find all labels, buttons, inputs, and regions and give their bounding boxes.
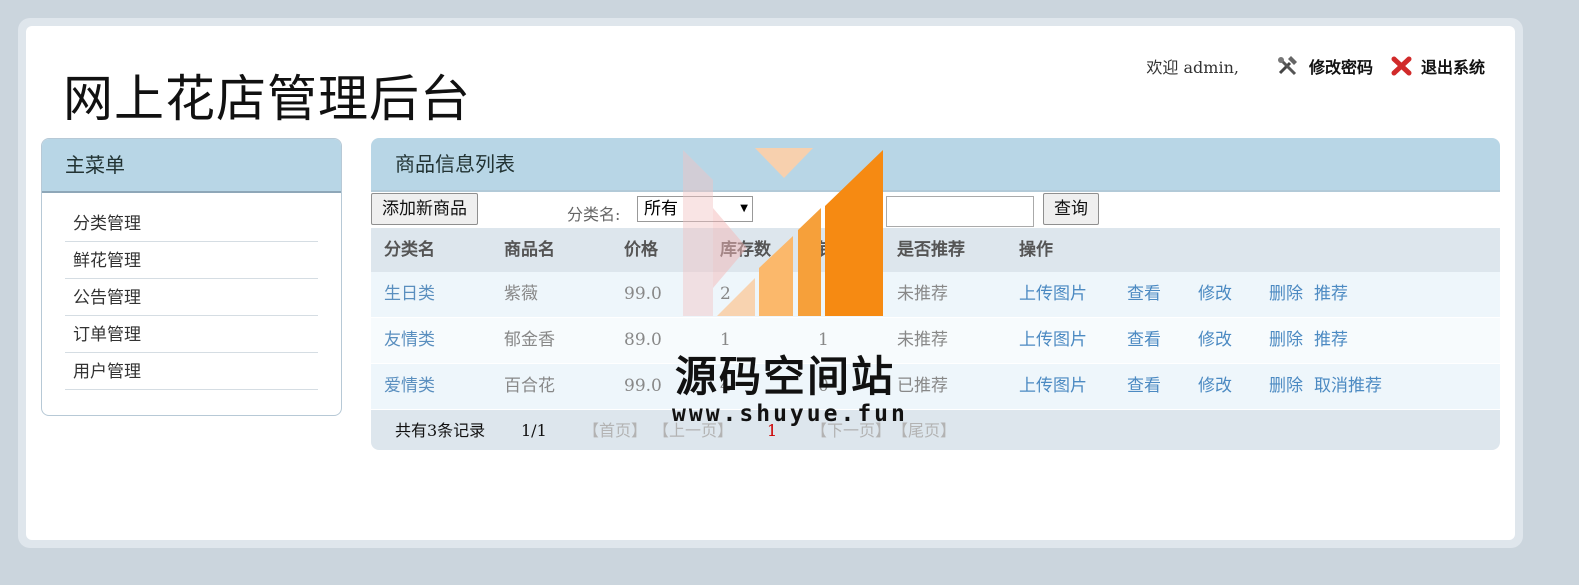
recommend-toggle-link[interactable]: 推荐 — [1314, 318, 1348, 362]
tools-icon — [1277, 56, 1297, 76]
cell-recommend: 未推荐 — [897, 284, 948, 304]
sidebar-item-flowers[interactable]: 鲜花管理 — [65, 242, 318, 279]
top-user-bar: 欢迎 admin, 修改密码 退出系统 — [1146, 54, 1485, 78]
column-header: 是否推荐 — [897, 240, 965, 260]
cell-name: 紫薇 — [504, 284, 538, 304]
category-filter-label: 分类名: — [567, 205, 621, 224]
cell-price: 99.0 — [624, 376, 662, 396]
product-search-input[interactable] — [886, 196, 1034, 227]
filter-toolbar: 添加新商品 分类名: 所有 ▼ 商品 查询 — [371, 192, 1500, 228]
edit-link[interactable]: 修改 — [1198, 318, 1232, 362]
cell-name: 郁金香 — [504, 330, 555, 350]
sidebar: 主菜单 分类管理 鲜花管理 公告管理 订单管理 用户管理 — [41, 138, 342, 416]
column-header: 库存数 — [720, 240, 771, 260]
upload-image-link[interactable]: 上传图片 — [1019, 364, 1087, 408]
sidebar-item-category[interactable]: 分类管理 — [65, 205, 318, 242]
column-header: 操作 — [1019, 240, 1053, 260]
category-select[interactable]: 所有 ▼ — [637, 196, 753, 222]
cell-category: 友情类 — [384, 330, 435, 350]
chevron-down-icon: ▼ — [740, 203, 748, 214]
cell-category: 爱情类 — [384, 376, 435, 396]
cell-category: 生日类 — [384, 284, 435, 304]
page-indicator: 1/1 — [521, 421, 547, 440]
pagination-bar: 共有3条记录 1/1 【首页】 【上一页】 1 【下一页】 【尾页】 — [371, 410, 1500, 450]
outer-frame: 网上花店管理后台 欢迎 admin, 修改密码 退出系统 主菜单 分类管理 鲜花… — [18, 18, 1523, 548]
category-select-value: 所有 — [644, 199, 678, 219]
edit-link[interactable]: 修改 — [1198, 272, 1232, 316]
product-filter-label: 商品 — [824, 205, 857, 224]
admin-panel: 网上花店管理后台 欢迎 admin, 修改密码 退出系统 主菜单 分类管理 鲜花… — [26, 26, 1515, 540]
sidebar-title: 主菜单 — [42, 139, 341, 193]
sidebar-item-announcements[interactable]: 公告管理 — [65, 279, 318, 316]
product-list-title: 商品信息列表 — [371, 138, 1500, 192]
table-row: 爱情类 百合花 99.0 4 0 已推荐 上传图片 查看 修改 删除 取消推荐 — [371, 364, 1500, 410]
product-list-panel: 商品信息列表 添加新商品 分类名: 所有 ▼ 商品 查询 分类名 商品名 价格 … — [371, 138, 1500, 450]
sidebar-menu: 分类管理 鲜花管理 公告管理 订单管理 用户管理 — [42, 205, 341, 390]
delete-link[interactable]: 删除 — [1269, 272, 1303, 316]
first-page-link[interactable]: 【首页】 — [583, 410, 647, 450]
recommend-toggle-link[interactable]: 推荐 — [1314, 272, 1348, 316]
view-link[interactable]: 查看 — [1127, 364, 1161, 408]
recommend-toggle-link[interactable]: 取消推荐 — [1314, 364, 1382, 408]
logout-link[interactable]: 退出系统 — [1391, 54, 1485, 78]
table-row: 生日类 紫薇 99.0 2 未推荐 上传图片 查看 修改 删除 推荐 — [371, 272, 1500, 318]
column-header: 分类名 — [384, 240, 435, 260]
upload-image-link[interactable]: 上传图片 — [1019, 318, 1087, 362]
cell-stock: 2 — [720, 284, 731, 304]
cell-price: 89.0 — [624, 330, 662, 350]
view-link[interactable]: 查看 — [1127, 272, 1161, 316]
add-product-button[interactable]: 添加新商品 — [371, 193, 478, 225]
search-button[interactable]: 查询 — [1043, 193, 1099, 225]
view-link[interactable]: 查看 — [1127, 318, 1161, 362]
watermark-name: 源码空间站 — [675, 352, 896, 401]
close-icon — [1391, 56, 1412, 76]
logout-label: 退出系统 — [1420, 58, 1485, 77]
cell-recommend: 未推荐 — [897, 330, 948, 350]
cell-price: 99.0 — [624, 284, 662, 304]
change-password-label: 修改密码 — [1308, 58, 1373, 77]
sidebar-item-users[interactable]: 用户管理 — [65, 353, 318, 390]
column-header: 商品名 — [504, 240, 555, 260]
table-row: 友情类 郁金香 89.0 1 1 未推荐 上传图片 查看 修改 删除 推荐 — [371, 318, 1500, 364]
table-header: 分类名 商品名 价格 库存数 销量 是否推荐 操作 — [371, 228, 1500, 272]
delete-link[interactable]: 删除 — [1269, 364, 1303, 408]
edit-link[interactable]: 修改 — [1198, 364, 1232, 408]
sidebar-item-orders[interactable]: 订单管理 — [65, 316, 318, 353]
record-count: 共有3条记录 — [395, 421, 486, 440]
column-header: 销量 — [818, 240, 852, 260]
change-password-link[interactable]: 修改密码 — [1277, 54, 1373, 78]
column-header: 价格 — [624, 240, 658, 260]
watermark-url: www.shuyue.fun — [672, 401, 908, 427]
delete-link[interactable]: 删除 — [1269, 318, 1303, 362]
upload-image-link[interactable]: 上传图片 — [1019, 272, 1087, 316]
welcome-text: 欢迎 admin, — [1146, 58, 1239, 77]
page-title: 网上花店管理后台 — [63, 70, 471, 128]
cell-name: 百合花 — [504, 376, 555, 396]
